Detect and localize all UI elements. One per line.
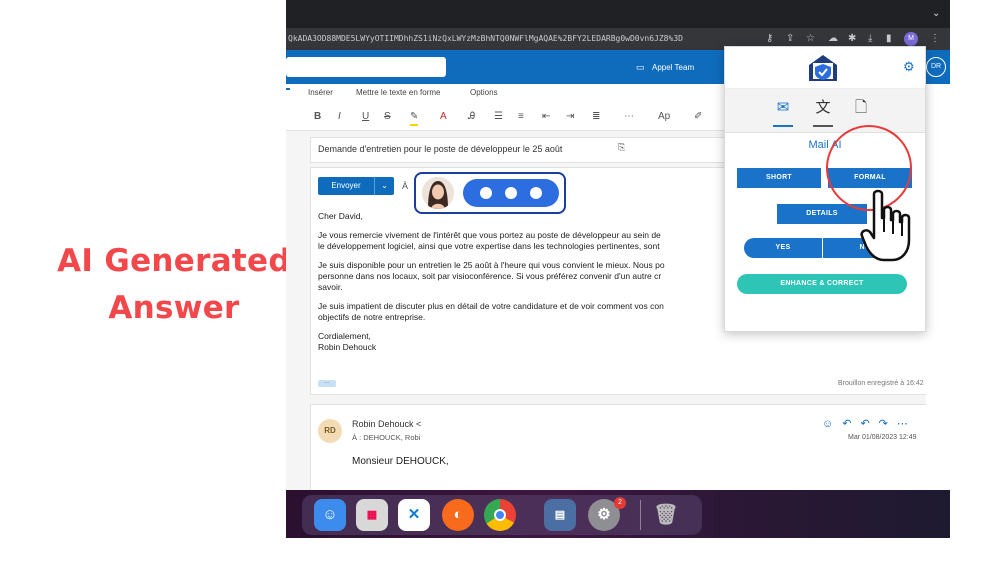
active-tab-indicator [773, 125, 793, 127]
mail-ai-logo-icon [807, 53, 839, 83]
tab-indicator [813, 125, 833, 127]
browser-title-bar: ⌄ [286, 0, 950, 28]
message-date: Mar 01/08/2023 12:49 [848, 434, 917, 441]
avatar: RD [318, 419, 342, 443]
typing-dot-2 [505, 187, 517, 199]
url-text[interactable]: QkADA3OD88MDE5LWYyOTIIMDhhZS1iNzQxLWYzMz… [288, 34, 683, 43]
profile-avatar[interactable]: DR [926, 57, 946, 77]
font-color-icon[interactable]: A [440, 110, 447, 124]
body-signature: Cordialement, Robin Dehouck [318, 331, 377, 352]
draft-saved-status: Brouillon enregistré à 16:42 [838, 380, 924, 387]
dock-divider [640, 500, 641, 530]
yes-button[interactable]: YES [744, 238, 822, 258]
tab-options[interactable]: Options [470, 88, 498, 97]
caption-line-1: AI Generated [57, 243, 291, 279]
meeting-label[interactable]: Appel Team [652, 63, 694, 72]
send-button[interactable]: Envoyer [318, 177, 374, 195]
subject-text[interactable]: Demande d'entretien pour le poste de dév… [318, 144, 562, 154]
video-call-icon[interactable]: ▭ [636, 62, 645, 73]
search-input[interactable] [286, 57, 446, 77]
screenshot: ⌄ QkADA3OD88MDE5LWYyOTIIMDhhZS1iNzQxLWYz… [286, 0, 950, 538]
strikethrough-icon[interactable]: S [384, 110, 391, 124]
send-options-chevron-icon[interactable]: ⌄ [374, 177, 394, 195]
italic-icon[interactable]: I [338, 110, 341, 124]
enhance-correct-button[interactable]: ENHANCE & CORRECT [737, 274, 907, 294]
clear-format-icon[interactable]: Ꭿ [468, 110, 475, 124]
body-paragraph-3: Je suis impatient de discuter plus en dé… [318, 301, 664, 322]
body-paragraph-2: Je suis disponible pour un entretien le … [318, 260, 665, 292]
preview-icon[interactable]: ▤ [544, 499, 576, 531]
translate-icon[interactable]: 文 [810, 97, 836, 119]
finder-icon[interactable]: ☺ [314, 499, 346, 531]
ai-generated-answer-caption: AI Generated Answer [40, 238, 308, 332]
gear-icon[interactable]: ⚙ [903, 59, 915, 75]
chevron-down-icon[interactable]: ⌄ [932, 8, 940, 19]
browser-profile-avatar[interactable]: M [904, 32, 918, 46]
underline-icon[interactable]: U [362, 110, 369, 124]
short-button[interactable]: SHORT [737, 168, 821, 188]
numbering-icon[interactable]: ≡ [518, 110, 524, 124]
expand-thread-button[interactable]: ··· [318, 380, 336, 387]
to-label: À [402, 181, 409, 191]
document-icon[interactable]: 🗋 [848, 97, 874, 119]
recipient-avatar [422, 177, 454, 209]
key-icon[interactable]: ⚷ [766, 33, 773, 45]
firefox-icon[interactable]: ◐ [442, 499, 474, 531]
highlight-icon[interactable]: ✎ [410, 110, 419, 126]
styles-icon[interactable]: Ap [658, 110, 670, 124]
more-icon[interactable]: ⋯ [624, 110, 634, 124]
tab-format-text[interactable]: Mettre le texte en forme [356, 88, 440, 97]
extension-mailai-icon[interactable]: ☁ [828, 33, 838, 45]
star-icon[interactable]: ☆ [806, 33, 815, 45]
recipient-line: À : DEHOUCK, Robi [352, 433, 421, 442]
pointer-hand-icon [860, 188, 916, 264]
message-actions[interactable]: ☺↶↶↷⋯ [822, 417, 917, 430]
bullets-icon[interactable]: ☰ [494, 110, 503, 124]
outlook-right-edge [926, 84, 950, 494]
typing-dot-3 [530, 187, 542, 199]
attach-icon[interactable]: ⎘ [618, 142, 625, 153]
sidebar-icon[interactable]: ▮ [886, 33, 892, 45]
tab-insert[interactable]: Insérer [308, 88, 333, 97]
trash-icon[interactable]: 🗑 [650, 499, 682, 531]
message-greeting: Monsieur DEHOUCK, [352, 456, 449, 467]
bold-icon[interactable]: B [314, 110, 321, 124]
extension-icon[interactable]: ✱ [848, 33, 856, 45]
more-vert-icon[interactable]: ⋮ [930, 33, 940, 45]
chrome-icon[interactable] [484, 499, 516, 531]
launchpad-icon[interactable]: ▦ [356, 499, 388, 531]
increase-indent-icon[interactable]: ⇥ [566, 110, 574, 124]
slide: AI Generated Answer ⌄ QkADA3OD88MDE5LWYy… [0, 0, 1000, 563]
caption-line-2: Answer [108, 290, 240, 326]
reply-mail-icon[interactable]: ✉ [770, 97, 796, 119]
sender-name[interactable]: Robin Dehouck < [352, 419, 421, 429]
body-greeting: Cher David, [318, 211, 363, 221]
email-body[interactable]: Cher David, Je vous remercie vivement de… [318, 211, 718, 353]
tab-message-active[interactable] [286, 88, 290, 90]
share-icon[interactable]: ⇪ [786, 33, 794, 45]
typing-dot-1 [480, 187, 492, 199]
vscode-icon[interactable]: ✕ [398, 499, 430, 531]
download-icon[interactable]: ⤓ [868, 33, 872, 45]
align-icon[interactable]: ≣ [592, 110, 600, 124]
decrease-indent-icon[interactable]: ⇤ [542, 110, 550, 124]
notification-badge: 2 [614, 497, 626, 509]
draw-icon[interactable]: ✐ [694, 110, 702, 124]
body-paragraph-1: Je vous remercie vivement de l'intérêt q… [318, 230, 661, 251]
